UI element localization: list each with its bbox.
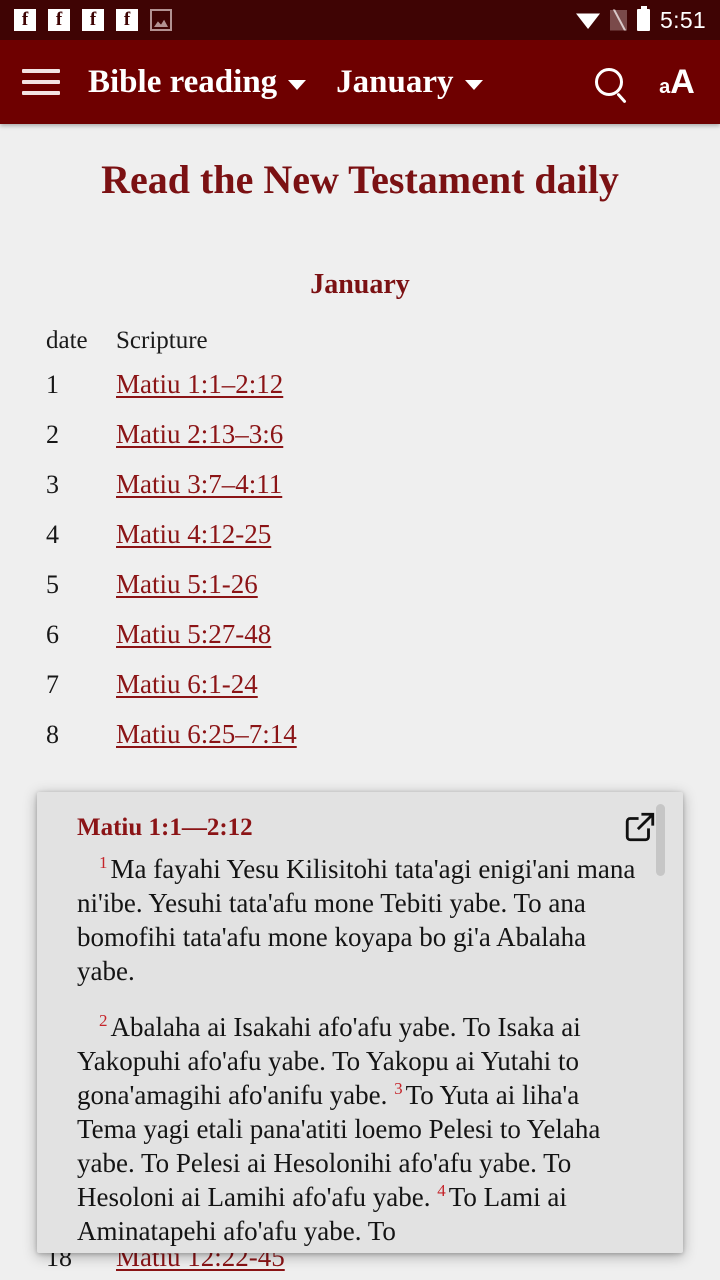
- month-heading: January: [310, 268, 410, 300]
- row-date: 7: [46, 669, 59, 699]
- verse-number: 2: [99, 1011, 108, 1031]
- verse-card-title: Matiu 1:1—2:12: [77, 814, 253, 841]
- publication-dropdown[interactable]: Bible reading: [88, 63, 307, 101]
- app-bar-title: Bible reading: [88, 63, 278, 100]
- search-button[interactable]: [586, 59, 632, 105]
- hamburger-bar: [22, 80, 60, 84]
- status-bar: f f f f 5:51: [0, 0, 720, 40]
- table-row: 5 Matiu 5:1-26: [46, 569, 720, 619]
- scripture-link[interactable]: Matiu 5:1-26: [116, 569, 258, 600]
- table-row: 4 Matiu 4:12-25: [46, 519, 720, 569]
- text-size-big-a: A: [670, 63, 695, 101]
- facebook-icon: f: [116, 9, 138, 31]
- table-row: 7 Matiu 6:1-24: [46, 669, 720, 719]
- chevron-down-icon: [288, 80, 307, 90]
- table-row: 6 Matiu 5:27-48: [46, 619, 720, 669]
- verse-text: Ma fayahi Yesu Kilisitohi tata'agi enigi…: [77, 854, 636, 987]
- open-in-new-window-icon[interactable]: [623, 810, 657, 844]
- row-date: 8: [46, 719, 59, 749]
- row-date: 6: [46, 619, 59, 649]
- battery-full-icon: [637, 6, 651, 31]
- scripture-link[interactable]: Matiu 5:27-48: [116, 619, 271, 650]
- table-row: 3 Matiu 3:7–4:11: [46, 469, 720, 519]
- month-dropdown[interactable]: January: [336, 63, 483, 101]
- verse-card-body: 1 Ma fayahi Yesu Kilisitohi tata'agi enig…: [37, 844, 683, 1248]
- verse-preview-card[interactable]: Matiu 1:1—2:12 1 Ma fayahi Yesu Kilisitoh…: [37, 792, 683, 1253]
- scripture-link[interactable]: Matiu 4:12-25: [116, 519, 271, 550]
- row-date: 4: [46, 519, 59, 549]
- reading-schedule-table: date Scripture 1 Matiu 1:1–2:12 2 Matiu …: [46, 327, 720, 769]
- text-size-small-a: a: [659, 76, 671, 98]
- status-bar-clock: 5:51: [660, 6, 706, 33]
- verse-paragraph: 2 Abalaha ai Isakahi afo'afu yabe. To Isa…: [77, 1010, 637, 1248]
- scripture-link[interactable]: Matiu 1:1–2:12: [116, 369, 283, 400]
- text-size-icon: aA: [659, 65, 695, 99]
- status-bar-system-icons: 5:51: [576, 6, 706, 34]
- scripture-link[interactable]: Matiu 6:25–7:14: [116, 719, 297, 750]
- app-bar-month: January: [336, 63, 454, 100]
- verse-number: 3: [394, 1079, 403, 1099]
- table-header-row: date Scripture: [46, 327, 720, 355]
- scripture-link[interactable]: Matiu 3:7–4:11: [116, 469, 282, 500]
- row-date: 3: [46, 469, 59, 499]
- text-size-button[interactable]: aA: [654, 59, 700, 105]
- table-row: 1 Matiu 1:1–2:12: [46, 369, 720, 419]
- screenshot-image-icon: [150, 9, 172, 31]
- verse-number: 1: [99, 853, 108, 872]
- row-date: 5: [46, 569, 59, 599]
- facebook-icon: f: [14, 9, 36, 31]
- wifi-icon: [576, 13, 601, 29]
- search-icon: [595, 68, 623, 96]
- app-bar: Bible reading January aA: [0, 40, 720, 124]
- chevron-down-icon: [464, 80, 483, 90]
- hamburger-menu-icon[interactable]: [22, 67, 60, 97]
- scripture-link[interactable]: Matiu 6:1-24: [116, 669, 258, 700]
- status-bar-notifications: f f f f: [14, 9, 576, 31]
- table-row: 8 Matiu 6:25–7:14: [46, 719, 720, 769]
- column-header-date: date: [46, 326, 88, 354]
- table-row: 2 Matiu 2:13–3:6: [46, 419, 720, 469]
- hamburger-bar: [22, 91, 60, 95]
- facebook-icon: f: [48, 9, 70, 31]
- row-date: 1: [46, 369, 59, 399]
- hamburger-bar: [22, 69, 60, 73]
- row-date: 2: [46, 419, 59, 449]
- page-title: Read the New Testament daily: [101, 157, 619, 202]
- scripture-link[interactable]: Matiu 2:13–3:6: [116, 419, 283, 450]
- column-header-scripture: Scripture: [116, 326, 208, 354]
- verse-card-header: Matiu 1:1—2:12: [37, 792, 683, 844]
- no-signal-icon: [610, 9, 628, 31]
- verse-card-scrollbar[interactable]: [656, 804, 665, 876]
- verse-paragraph: 1 Ma fayahi Yesu Kilisitohi tata'agi enig…: [77, 852, 637, 988]
- verse-number: 4: [437, 1181, 446, 1201]
- facebook-icon: f: [82, 9, 104, 31]
